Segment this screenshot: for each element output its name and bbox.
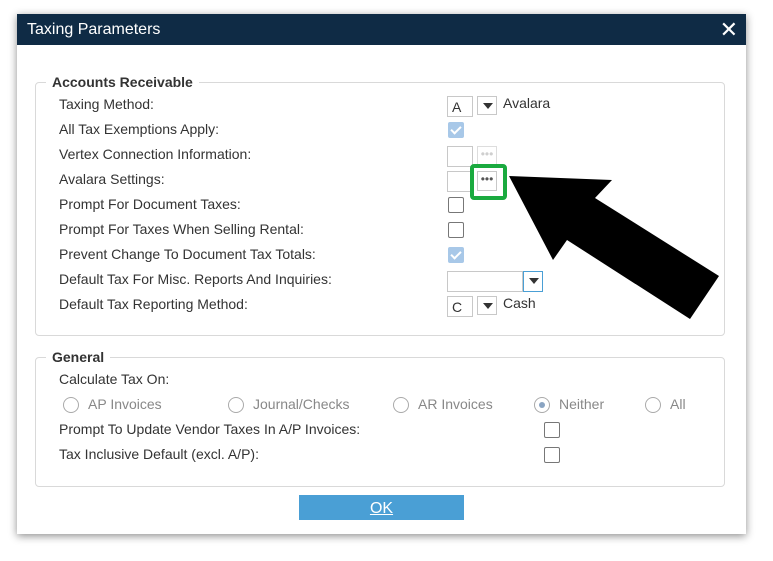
all-tax-exemptions-checkbox[interactable] [448,122,464,138]
pointer-arrow-icon [509,176,719,319]
radio-neither[interactable] [534,397,550,413]
radio-journal-checks[interactable] [228,397,244,413]
avalara-settings-label: Avalara Settings: [59,171,165,187]
ok-button[interactable]: OK [299,495,464,520]
accounts-receivable-legend: Accounts Receivable [52,74,193,90]
radio-journal-checks-label: Journal/Checks [253,396,350,412]
prompt-document-taxes-checkbox[interactable] [448,197,464,213]
radio-ar-invoices[interactable] [393,397,409,413]
taxing-method-input[interactable]: A [447,96,473,117]
tax-inclusive-default-checkbox[interactable] [544,447,560,463]
default-reporting-method-dropdown[interactable] [477,296,497,315]
general-group: General [35,349,725,487]
general-legend: General [52,349,105,365]
radio-ar-invoices-label: AR Invoices [418,396,493,412]
prevent-change-totals-label: Prevent Change To Document Tax Totals: [59,246,316,262]
prompt-update-vendor-checkbox[interactable] [544,422,560,438]
tax-inclusive-default-label: Tax Inclusive Default (excl. A/P): [59,446,259,462]
vertex-connection-input[interactable] [447,146,473,167]
avalara-settings-ellipsis-button[interactable]: ••• [477,171,497,191]
taxing-parameters-dialog: Taxing Parameters ✕ Accounts Receivable … [17,14,746,534]
vertex-connection-ellipsis-button[interactable]: ••• [477,146,497,166]
radio-neither-label: Neither [559,396,605,412]
radio-all[interactable] [645,397,661,413]
calculate-tax-on-label: Calculate Tax On: [59,371,170,387]
taxing-method-dropdown[interactable] [477,96,497,115]
prompt-update-vendor-label: Prompt To Update Vendor Taxes In A/P Inv… [59,421,361,437]
prompt-selling-rental-checkbox[interactable] [448,222,464,238]
taxing-method-name: Avalara [503,95,551,111]
close-icon[interactable]: ✕ [720,17,738,43]
radio-ap-invoices[interactable] [63,397,79,413]
all-tax-exemptions-label: All Tax Exemptions Apply: [59,121,220,137]
prompt-document-taxes-label: Prompt For Document Taxes: [59,196,241,212]
radio-ap-invoices-label: AP Invoices [88,396,162,412]
window-title: Taxing Parameters [27,21,161,38]
prompt-selling-rental-label: Prompt For Taxes When Selling Rental: [59,221,304,237]
default-reporting-method-label: Default Tax Reporting Method: [59,296,248,312]
radio-all-label: All [670,396,686,412]
default-tax-misc-label: Default Tax For Misc. Reports And Inquir… [59,271,332,287]
taxing-method-label: Taxing Method: [59,96,154,112]
default-reporting-method-input[interactable]: C [447,296,473,317]
prevent-change-totals-checkbox[interactable] [448,247,464,263]
vertex-connection-label: Vertex Connection Information: [59,146,252,162]
title-bar: Taxing Parameters ✕ [17,14,746,45]
